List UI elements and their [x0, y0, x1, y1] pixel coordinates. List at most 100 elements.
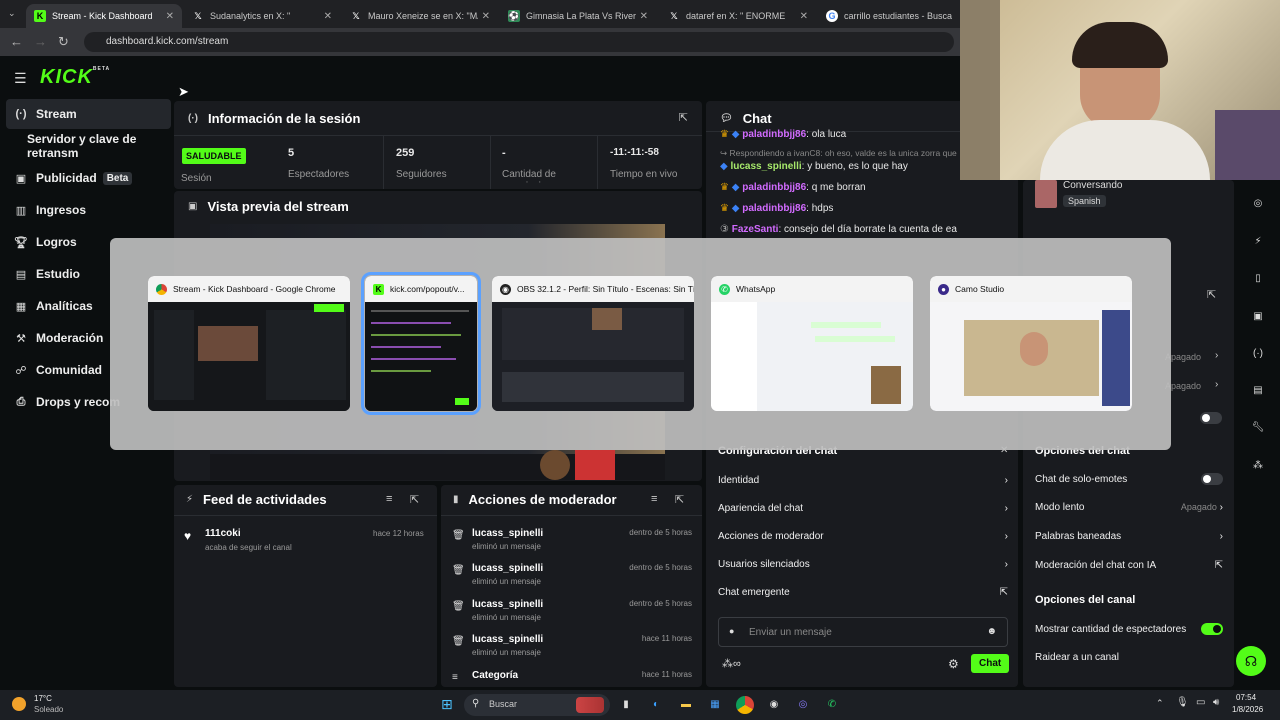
weather-sun-icon[interactable] — [12, 697, 26, 711]
volume-icon[interactable]: 🔊︎ — [1213, 697, 1219, 708]
chat-config-popout[interactable]: Chat emergente ⇱ — [718, 587, 1008, 598]
clock-date[interactable]: 1/8/2026 — [1232, 705, 1263, 714]
show-viewers-row[interactable]: Mostrar cantidad de espectadores — [1035, 623, 1223, 635]
close-icon[interactable]: ✕ — [324, 11, 332, 22]
popout-icon[interactable]: ⇱ — [410, 493, 419, 506]
mod-action-row[interactable]: 🗑︎ lucass_spinelli eliminó un mensaje de… — [452, 563, 692, 586]
sidebar-item-revenue[interactable]: ▥ Ingresos — [6, 195, 171, 225]
chat-input[interactable]: ● Enviar un mensaje ☻ — [718, 617, 1008, 647]
kick-points-icon[interactable]: ⁂∞ — [722, 657, 741, 670]
sidebar-item-stream[interactable]: (·) Stream — [6, 99, 171, 129]
popout-icon[interactable]: ⇱ — [1207, 288, 1216, 301]
camo-icon[interactable]: ◎ — [794, 696, 812, 714]
chat-config-identity[interactable]: Identidad › — [718, 475, 1008, 486]
emotes-only-toggle[interactable] — [1201, 473, 1223, 485]
folder-icon[interactable]: ▬ — [677, 696, 695, 714]
banned-words-row[interactable]: Palabras baneadas › — [1035, 531, 1223, 542]
close-icon[interactable]: ✕ — [482, 11, 490, 22]
kick-icon: K — [34, 10, 46, 22]
filter-icon[interactable]: ≡ — [386, 493, 392, 505]
chat-send-button[interactable]: Chat — [971, 654, 1010, 673]
clock-time[interactable]: 07:54 — [1236, 693, 1256, 702]
chat-message[interactable]: ♛ ◆ paladinbbjj86: q me borran — [720, 182, 866, 193]
ai-moderation-row[interactable]: Moderación del chat con IA ⇱ — [1035, 560, 1223, 571]
popout-icon[interactable]: ⇱ — [675, 493, 684, 506]
stream-preview-header: ▣ Vista previa del stream — [188, 199, 349, 214]
chevron-right-icon[interactable]: › — [1215, 350, 1218, 361]
more-icon[interactable]: ⁂ — [1246, 460, 1270, 471]
layout-icon[interactable]: ▤ — [1246, 385, 1270, 396]
bolt-icon[interactable]: ⚡︎ — [1246, 236, 1270, 247]
support-headset-icon[interactable]: ☊ — [1236, 646, 1266, 676]
url-field[interactable]: dashboard.kick.com/stream — [84, 32, 954, 52]
wrench-icon[interactable]: 🔧︎ — [1246, 422, 1270, 433]
switcher-window-obs[interactable]: ◉ OBS 32.1.2 - Perfil: Sin Título - Escen… — [492, 276, 694, 411]
bolt-icon: ⚡︎ — [186, 494, 194, 505]
tab-gimnasia-river[interactable]: ⚽ Gimnasia La Plata Vs River Plat ✕ — [500, 4, 656, 28]
category-name[interactable]: Conversando — [1063, 180, 1122, 191]
store-icon[interactable]: ▦ — [706, 696, 724, 714]
chevron-right-icon[interactable]: › — [1215, 379, 1218, 390]
chevron-up-icon[interactable]: ⌃ — [1156, 698, 1164, 709]
chat-config-mod-actions[interactable]: Acciones de moderador › — [718, 531, 1008, 542]
tab-carrillo-search[interactable]: G carrillo estudiantes - Buscar co — [818, 4, 960, 28]
reload-icon[interactable]: ↻ — [58, 34, 69, 50]
sidebar-item-server-key[interactable]: Servidor y clave de retransm — [6, 131, 171, 161]
mod-action-row[interactable]: 🗑︎ lucass_spinelli eliminó un mensaje ha… — [452, 634, 692, 657]
setting-toggle[interactable] — [1200, 412, 1222, 424]
mod-action-row[interactable]: ≡ Categoría hace 11 horas — [452, 670, 692, 683]
chrome-icon[interactable] — [736, 696, 754, 714]
document-icon[interactable]: ▯ — [1246, 273, 1270, 284]
emoji-icon[interactable]: ☻ — [986, 626, 997, 637]
feed-user[interactable]: 111coki — [205, 528, 241, 539]
tab-search-icon[interactable]: ⌄ — [8, 8, 16, 19]
verified-badge-icon: ◆ — [731, 129, 740, 140]
switcher-window-camo[interactable]: ● Camo Studio — [930, 276, 1132, 411]
obs-icon[interactable]: ◉ — [765, 696, 783, 714]
chat-message[interactable]: ③ FazeSanti: consejo del día borrate la … — [720, 224, 957, 235]
show-viewers-toggle[interactable] — [1201, 623, 1223, 635]
tab-dataref[interactable]: 𝕏 dataref en X: " ENORME ✕ — [660, 4, 816, 28]
network-icon[interactable]: ▭ — [1196, 697, 1205, 708]
back-icon[interactable]: ← — [10, 34, 23, 49]
filter-icon[interactable]: ≡ — [651, 493, 657, 505]
chat-message[interactable]: ◆ lucass_spinelli: y bueno, es lo que ha… — [720, 161, 908, 172]
emotes-only-row[interactable]: Chat de solo-emotes — [1035, 473, 1223, 485]
broadcast-icon[interactable]: (·) — [1246, 348, 1270, 359]
chat-config-muted-users[interactable]: Usuarios silenciados › — [718, 559, 1008, 570]
window-thumbnail — [711, 302, 913, 411]
tab-kick-dashboard[interactable]: K Stream - Kick Dashboard ✕ — [26, 4, 182, 28]
mod-action-row[interactable]: 🗑︎ lucass_spinelli eliminó un mensaje de… — [452, 528, 692, 551]
tab-mauro-xeneize[interactable]: 𝕏 Mauro Xeneize se en X: "MAUR ✕ — [342, 4, 498, 28]
tab-sudanalytics[interactable]: 𝕏 Sudanalytics en X: " ✕ — [184, 4, 340, 28]
weather-temperature[interactable]: 17°C — [34, 694, 52, 703]
whatsapp-icon[interactable]: ✆ — [823, 696, 841, 714]
sidebar-item-ads[interactable]: ▣ Publicidad Beta — [6, 163, 171, 193]
forward-icon[interactable]: → — [34, 34, 47, 49]
chat-icon[interactable]: ▣ — [1246, 311, 1270, 322]
weather-description[interactable]: Soleado — [34, 705, 63, 714]
chat-message[interactable]: ♛ ◆ paladinbbjj86: ola luca — [720, 129, 846, 140]
close-icon[interactable]: ✕ — [640, 11, 648, 22]
chevron-right-icon: › — [1004, 531, 1008, 542]
raid-row[interactable]: Raidear a un canal — [1035, 652, 1223, 663]
edge-icon[interactable]: ◐ — [647, 696, 665, 714]
close-icon[interactable]: ✕ — [166, 11, 174, 22]
slow-mode-row[interactable]: Modo lento Apagado › — [1035, 502, 1223, 513]
mod-action-row[interactable]: 🗑︎ lucass_spinelli eliminó un mensaje de… — [452, 599, 692, 622]
kick-logo[interactable]: KICKBETA — [40, 66, 110, 89]
chat-message[interactable]: ♛ ◆ paladinbbjj86: hdps — [720, 203, 833, 214]
taskbar-search[interactable]: ⚲ Buscar — [464, 694, 610, 716]
windows-start-icon[interactable]: ⊞ — [441, 696, 453, 713]
switcher-window-chrome[interactable]: Stream - Kick Dashboard - Google Chrome — [148, 276, 350, 411]
switcher-window-kick-popout[interactable]: Kkick.com/popout/v... — [361, 272, 481, 415]
chat-config-appearance[interactable]: Apariencia del chat › — [718, 503, 1008, 514]
close-icon[interactable]: ✕ — [800, 11, 808, 22]
file-icon[interactable]: ▮ — [617, 696, 635, 714]
switcher-window-whatsapp[interactable]: ✆ WhatsApp — [711, 276, 913, 411]
microphone-icon[interactable]: 🎙︎ — [1176, 697, 1189, 708]
settings-gear-icon[interactable]: ⚙ — [948, 657, 959, 671]
clip-icon[interactable]: ◎ — [1246, 198, 1270, 209]
menu-icon[interactable]: ☰ — [14, 70, 27, 87]
popout-icon[interactable]: ⇱ — [679, 111, 688, 124]
